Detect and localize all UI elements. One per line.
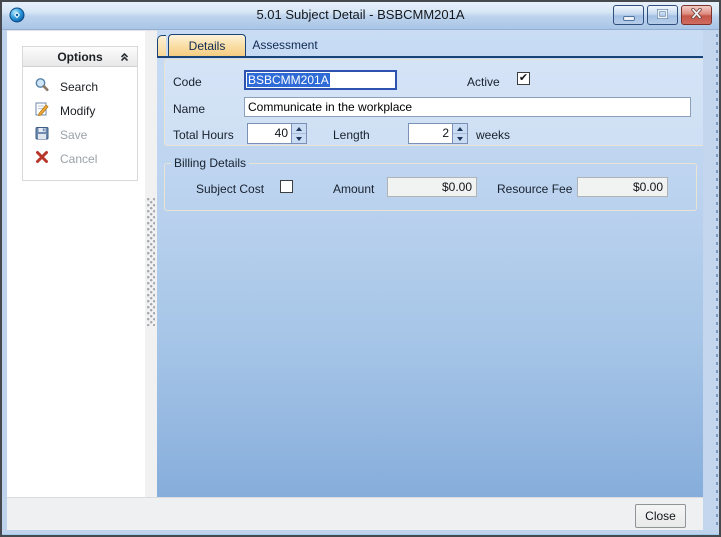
length-label: Length	[333, 128, 370, 142]
sidebar: Options Search Modify Save Cancel	[7, 30, 145, 497]
minimize-button[interactable]	[613, 5, 644, 25]
maximize-icon	[657, 6, 668, 24]
billing-details-legend: Billing Details	[174, 156, 247, 170]
search-icon	[34, 77, 50, 98]
minimize-icon	[622, 15, 635, 21]
active-checkbox[interactable]	[517, 72, 530, 85]
footer-bar: Close	[7, 497, 703, 530]
active-label: Active	[467, 75, 500, 89]
stepper-buttons	[452, 124, 467, 143]
modify-icon	[34, 101, 50, 122]
stepper-buttons	[291, 124, 306, 143]
sidebar-item-modify[interactable]: Modify	[23, 99, 137, 123]
sidebar-item-label: Search	[60, 80, 99, 94]
window-controls	[613, 5, 712, 25]
name-label: Name	[173, 102, 206, 116]
subject-cost-label: Subject Cost	[196, 182, 265, 196]
sidebar-item-cancel[interactable]: Cancel	[23, 147, 137, 171]
spin-up-icon[interactable]	[453, 124, 467, 134]
close-window-button[interactable]	[681, 5, 712, 25]
tab-strip: Details Assessment	[157, 30, 703, 58]
save-icon	[34, 125, 50, 146]
weeks-label: weeks	[476, 128, 511, 142]
sidebar-item-search[interactable]: Search	[23, 75, 137, 99]
splitter-grip-icon	[147, 198, 155, 326]
titlebar[interactable]: 5.01 Subject Detail - BSBCMM201A	[0, 0, 721, 30]
total-hours-stepper[interactable]: 40	[247, 123, 307, 144]
sidebar-item-label: Cancel	[60, 152, 98, 166]
code-label: Code	[173, 75, 202, 89]
cancel-icon	[34, 149, 50, 170]
collapse-chevron-icon[interactable]	[119, 52, 130, 66]
amount-input: $0.00	[387, 177, 477, 197]
code-input[interactable]: BSBCMM201A	[244, 70, 397, 90]
options-items: Search Modify Save Cancel	[23, 67, 137, 180]
name-input[interactable]: Communicate in the workplace	[244, 97, 691, 117]
total-hours-value: 40	[274, 126, 288, 140]
length-stepper[interactable]: 2	[408, 123, 468, 144]
tab-label: Details	[188, 39, 226, 53]
length-value: 2	[442, 126, 449, 140]
spin-down-icon[interactable]	[292, 134, 306, 143]
subject-detail-window: 5.01 Subject Detail - BSBCMM201A Options…	[0, 0, 721, 537]
tabstrip-corner	[157, 35, 166, 56]
amount-label: Amount	[333, 182, 375, 196]
options-title: Options	[57, 49, 103, 64]
tab-details[interactable]: Details	[168, 34, 246, 56]
spin-down-icon[interactable]	[453, 134, 467, 143]
tab-assessment[interactable]: Assessment	[246, 34, 324, 56]
sidebar-item-label: Save	[60, 128, 88, 142]
close-button[interactable]: Close	[635, 504, 686, 528]
window-frame-right	[703, 30, 721, 530]
sidebar-splitter[interactable]	[145, 30, 157, 497]
options-panel: Options Search Modify Save Cancel	[22, 46, 138, 181]
tab-label: Assessment	[252, 38, 318, 52]
subject-cost-checkbox[interactable]	[280, 180, 293, 193]
spin-up-icon[interactable]	[292, 124, 306, 134]
maximize-button[interactable]	[647, 5, 678, 25]
code-selected-text: BSBCMM201A	[247, 73, 330, 87]
sidebar-item-label: Modify	[60, 104, 96, 118]
sidebar-item-save[interactable]: Save	[23, 123, 137, 147]
close-icon	[690, 6, 703, 24]
resource-fee-label: Resource Fee	[497, 182, 573, 196]
window-frame-bottom	[0, 530, 721, 537]
total-hours-label: Total Hours	[173, 128, 234, 142]
main-content: Details Assessment Code BSBCMM201A Activ…	[157, 30, 711, 497]
options-panel-header[interactable]: Options	[23, 47, 137, 67]
resource-fee-input: $0.00	[577, 177, 668, 197]
